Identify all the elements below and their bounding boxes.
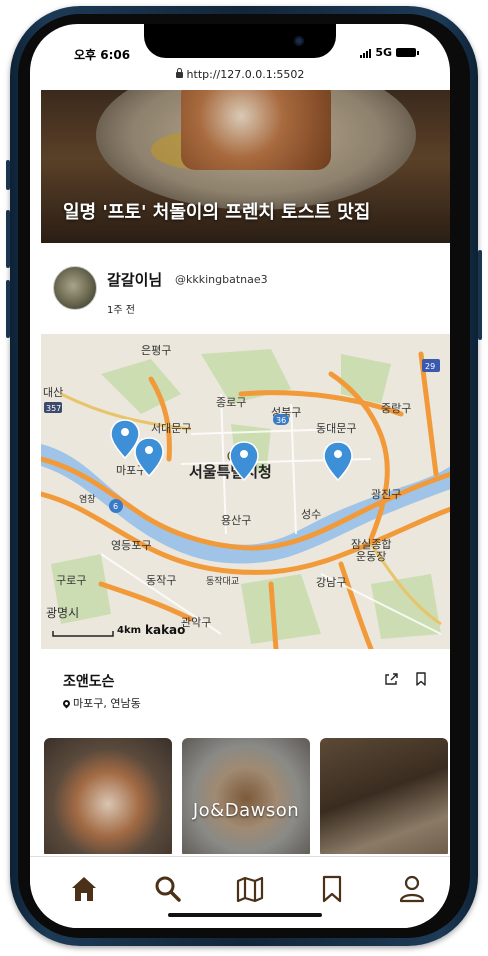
battery-icon	[396, 48, 419, 57]
svg-text:동작구: 동작구	[146, 574, 176, 587]
location-pin-icon	[61, 698, 72, 708]
svg-text:광진구: 광진구	[371, 488, 401, 501]
svg-text:29: 29	[425, 362, 435, 371]
svg-text:운동장: 운동장	[356, 550, 386, 563]
map-canvas[interactable]: 은평구 종로구 성북구 중랑구 서대문구 동대문구 마포구 광진구 용산구 성수…	[41, 334, 450, 649]
place-info[interactable]: 조앤도슨 마포구, 연남동	[41, 649, 450, 729]
url-text: http://127.0.0.1:5502	[186, 68, 305, 81]
network-label: 5G	[375, 46, 392, 59]
hero-image[interactable]: 일명 '프토' 처돌이의 프렌치 토스트 맛집	[41, 90, 450, 243]
power-button	[478, 250, 482, 340]
notch	[144, 24, 336, 58]
bookmark-nav-icon[interactable]	[316, 873, 348, 905]
photo-gallery[interactable]: Jo&Dawson	[41, 738, 450, 854]
svg-text:중랑구: 중랑구	[381, 402, 411, 415]
svg-text:구로구: 구로구	[56, 574, 86, 587]
svg-text:관악구: 관악구	[181, 616, 211, 629]
gallery-photo-1[interactable]	[44, 738, 172, 854]
volume-up-button	[6, 210, 10, 268]
mute-switch	[6, 160, 10, 190]
author-name[interactable]: 갈갈이님	[107, 269, 162, 290]
svg-text:광명시: 광명시	[46, 606, 79, 620]
page-content[interactable]: 일명 '프토' 처돌이의 프렌치 토스트 맛집 갈갈이님 @kkkingbatn…	[30, 90, 450, 854]
toast-graphic	[181, 90, 331, 170]
volume-down-button	[6, 280, 10, 338]
svg-text:성수: 성수	[301, 508, 321, 521]
signal-icon	[360, 48, 372, 58]
map-view[interactable]: 은평구 종로구 성북구 중랑구 서대문구 동대문구 마포구 광진구 용산구 성수…	[41, 334, 450, 649]
place-location: 마포구, 연남동	[61, 695, 141, 711]
hero-title: 일명 '프토' 처돌이의 프렌치 토스트 맛집	[63, 202, 371, 223]
svg-text:대산: 대산	[43, 386, 63, 399]
home-indicator[interactable]	[168, 913, 322, 917]
status-indicators: 5G	[360, 46, 419, 59]
share-icon[interactable]	[383, 671, 399, 687]
post-time: 1주 전	[107, 305, 135, 316]
map-icon[interactable]	[234, 873, 266, 905]
lock-icon	[175, 68, 183, 78]
gallery-photo-2[interactable]: Jo&Dawson	[182, 738, 310, 854]
author-row[interactable]: 갈갈이님 @kkkingbatnae3 1주 전	[41, 243, 450, 331]
svg-text:동작대교: 동작대교	[206, 576, 239, 587]
gallery-overlay-text: Jo&Dawson	[192, 800, 300, 821]
svg-text:동대문구: 동대문구	[316, 422, 356, 435]
avatar[interactable]	[53, 266, 97, 310]
map-scale-label: 4km	[117, 625, 142, 636]
place-location-text: 마포구, 연남동	[73, 697, 141, 710]
svg-text:357: 357	[46, 404, 61, 413]
home-icon[interactable]	[68, 873, 100, 905]
svg-text:서울특별시청: 서울특별시청	[189, 463, 272, 481]
bottom-nav	[30, 856, 450, 928]
user-icon[interactable]	[396, 873, 428, 905]
svg-text:은평구: 은평구	[141, 344, 171, 357]
place-name[interactable]: 조앤도슨	[63, 671, 115, 691]
svg-text:36: 36	[276, 416, 286, 425]
search-icon[interactable]	[152, 873, 184, 905]
svg-text:염창: 염창	[79, 494, 96, 505]
svg-text:6: 6	[113, 502, 118, 511]
front-camera	[294, 36, 304, 46]
svg-text:영등포구: 영등포구	[111, 539, 151, 552]
svg-text:종로구: 종로구	[216, 396, 246, 409]
bookmark-icon[interactable]	[413, 671, 429, 687]
svg-text:용산구: 용산구	[221, 514, 251, 527]
status-time: 오후 6:06	[74, 48, 131, 62]
map-provider-logo: kakao	[145, 623, 186, 637]
screen: 오후 6:06 5G http://127.0.0.1:5502 일명 '프토'…	[30, 24, 450, 928]
author-handle: @kkkingbatnae3	[175, 273, 268, 286]
svg-text:강남구: 강남구	[316, 576, 346, 589]
url-bar[interactable]: http://127.0.0.1:5502	[30, 68, 450, 90]
svg-text:서대문구: 서대문구	[151, 422, 191, 435]
gallery-photo-3[interactable]	[320, 738, 448, 854]
svg-text:마포구: 마포구	[116, 464, 146, 477]
